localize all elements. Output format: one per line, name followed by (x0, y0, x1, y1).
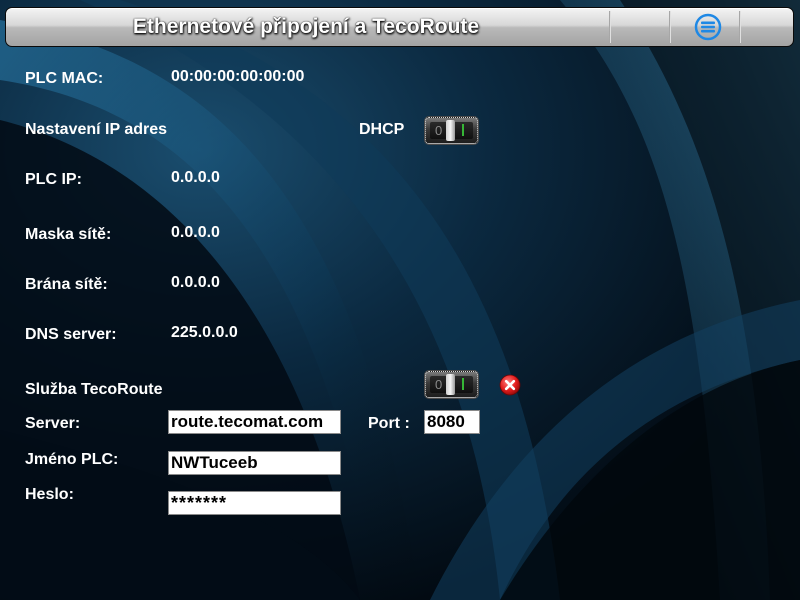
mac-label: PLC MAC: (25, 70, 104, 87)
server-label: Server: (25, 415, 81, 432)
password-label: Heslo: (25, 486, 74, 503)
toggle-knob (446, 374, 455, 395)
title-bar-separator (739, 11, 741, 43)
menu-list-icon (694, 13, 722, 41)
background-wallpaper (0, 0, 800, 600)
ip-value[interactable]: 0.0.0.0 (171, 169, 220, 187)
dhcp-toggle[interactable]: 0 (425, 117, 478, 144)
error-x-icon (499, 374, 521, 396)
tecoroute-service-label: Služba TecoRoute (25, 381, 163, 398)
title-bar-separator (669, 11, 671, 43)
port-label: Port : (368, 415, 410, 432)
ip-settings-label: Nastavení IP adres (25, 121, 168, 138)
page-title: Ethernetové připojení a TecoRoute (132, 15, 480, 38)
toggle-on-mark (462, 124, 464, 136)
toggle-off-mark: 0 (435, 123, 443, 138)
dns-value[interactable]: 225.0.0.0 (171, 324, 238, 342)
dhcp-label: DHCP (359, 121, 405, 138)
menu-button[interactable] (687, 12, 729, 42)
plc-name-input[interactable]: NWTuceeb (168, 451, 341, 475)
gateway-label: Brána sítě: (25, 276, 108, 293)
gateway-value[interactable]: 0.0.0.0 (171, 274, 220, 292)
mask-label: Maska sítě: (25, 226, 112, 243)
server-input[interactable]: route.tecomat.com (168, 410, 341, 434)
port-input[interactable]: 8080 (424, 410, 480, 434)
mac-value: 00:00:00:00:00:00 (171, 68, 305, 85)
dns-label: DNS server: (25, 326, 117, 343)
ip-label: PLC IP: (25, 171, 82, 188)
toggle-on-mark (462, 378, 464, 390)
toggle-knob (446, 120, 455, 141)
title-bar-separator (609, 11, 611, 43)
title-bar: Ethernetové připojení a TecoRoute (5, 7, 794, 47)
tecoroute-toggle[interactable]: 0 (425, 371, 478, 398)
toggle-off-mark: 0 (435, 377, 443, 392)
password-input[interactable]: ******* (168, 491, 341, 515)
plc-name-label: Jméno PLC: (25, 451, 119, 468)
mask-value[interactable]: 0.0.0.0 (171, 224, 220, 242)
